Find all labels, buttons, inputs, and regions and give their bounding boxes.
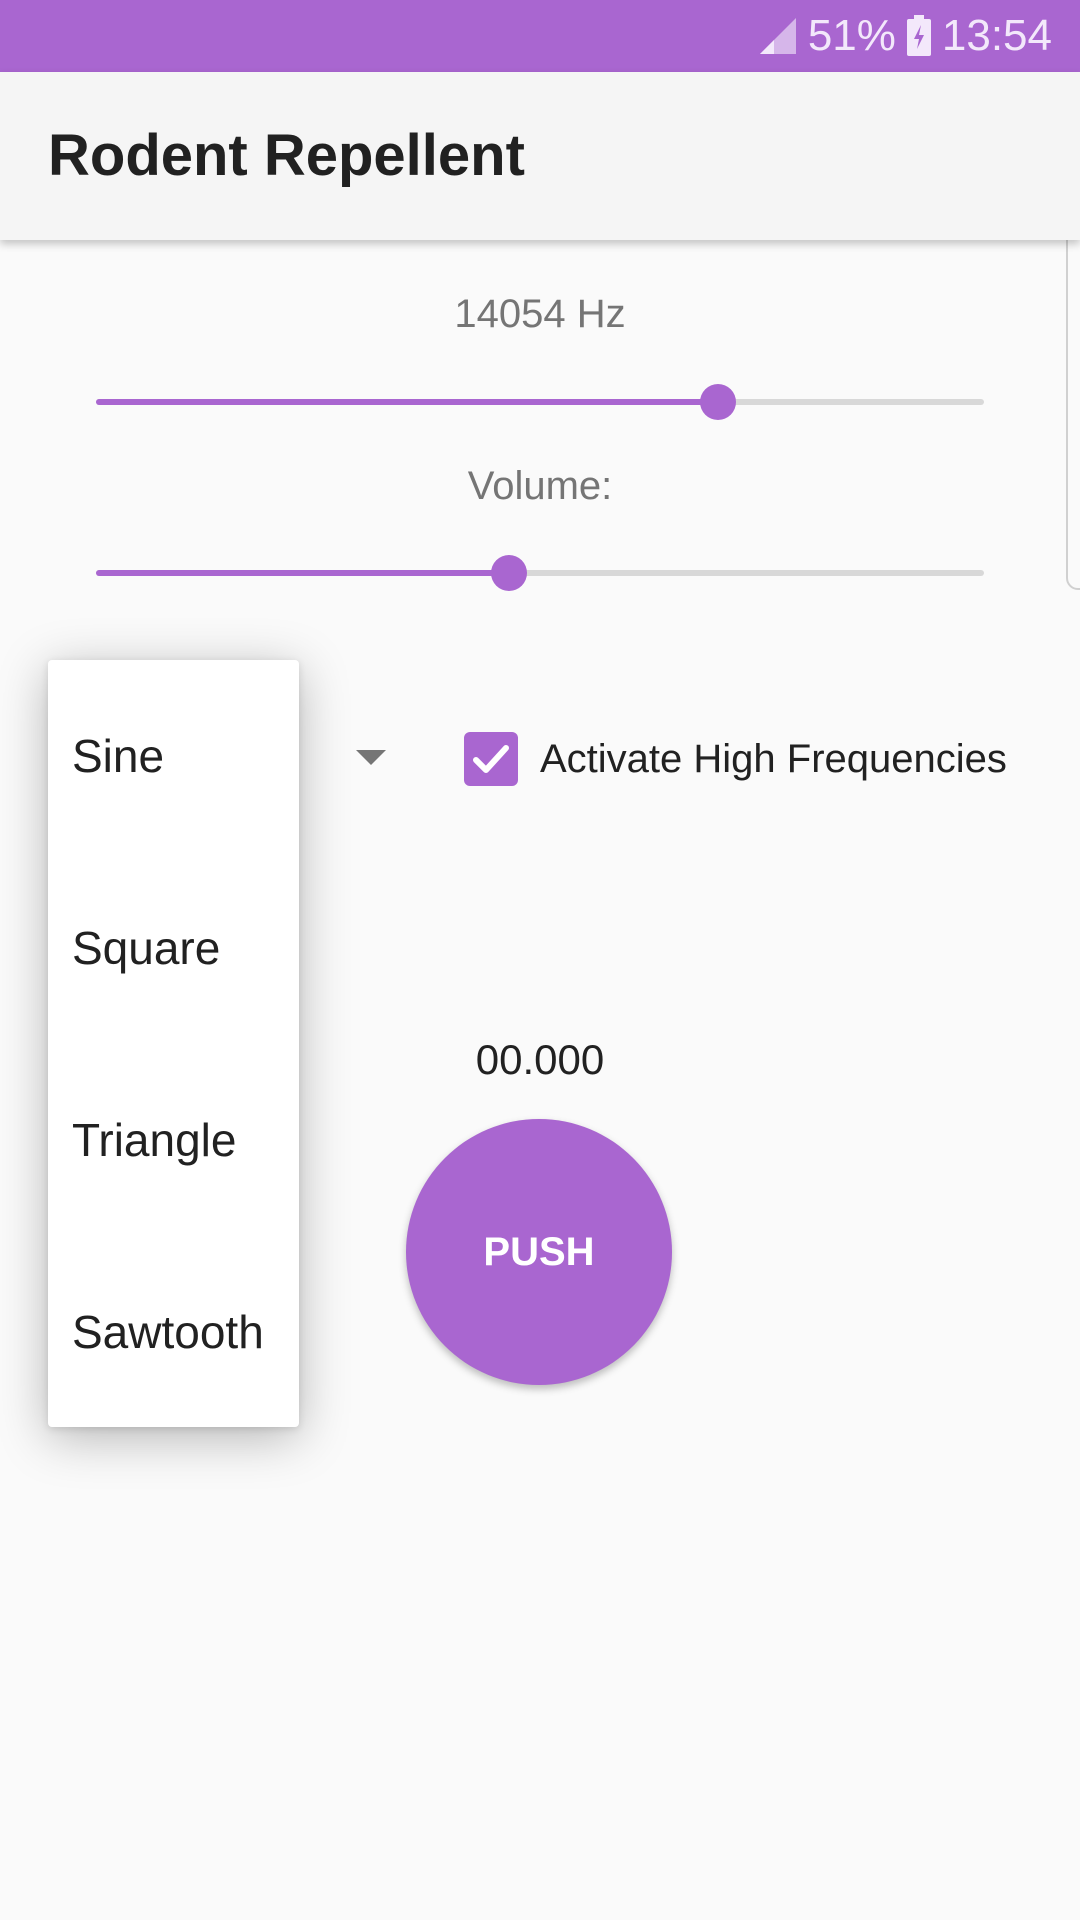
checkmark-icon <box>473 745 509 773</box>
waveform-option-square[interactable]: Square <box>48 852 299 1044</box>
status-indicators: 51% 13:54 <box>758 0 1052 72</box>
battery-percent: 51% <box>807 11 896 60</box>
battery-charging-icon <box>906 15 932 57</box>
waveform-dropdown-menu: Sine Square Triangle Sawtooth <box>48 660 299 1427</box>
app-bar: Rodent Repellent <box>0 72 1080 240</box>
waveform-option-triangle[interactable]: Triangle <box>48 1044 299 1236</box>
push-button[interactable]: PUSH <box>406 1119 672 1385</box>
frequency-slider[interactable] <box>96 382 984 422</box>
app-title: Rodent Repellent <box>48 123 525 188</box>
edge-panel-handle[interactable] <box>1066 216 1080 590</box>
frequency-slider-fill <box>96 399 718 405</box>
waveform-option-sawtooth[interactable]: Sawtooth <box>48 1236 299 1428</box>
high-frequency-checkbox[interactable] <box>464 732 518 786</box>
frequency-slider-thumb[interactable] <box>699 384 736 420</box>
volume-label: Volume: <box>467 464 613 508</box>
waveform-dropdown-arrow-icon[interactable] <box>356 750 386 765</box>
waveform-option-sine[interactable]: Sine <box>48 660 299 852</box>
high-frequency-label[interactable]: Activate High Frequencies <box>540 732 1007 786</box>
volume-slider[interactable] <box>96 553 984 593</box>
volume-slider-thumb[interactable] <box>490 555 527 591</box>
frequency-readout: 14054 Hz <box>454 292 626 336</box>
signal-icon <box>758 16 798 56</box>
status-bar: 51% 13:54 <box>0 0 1080 72</box>
clock: 13:54 <box>941 11 1052 60</box>
volume-slider-fill <box>96 570 509 576</box>
